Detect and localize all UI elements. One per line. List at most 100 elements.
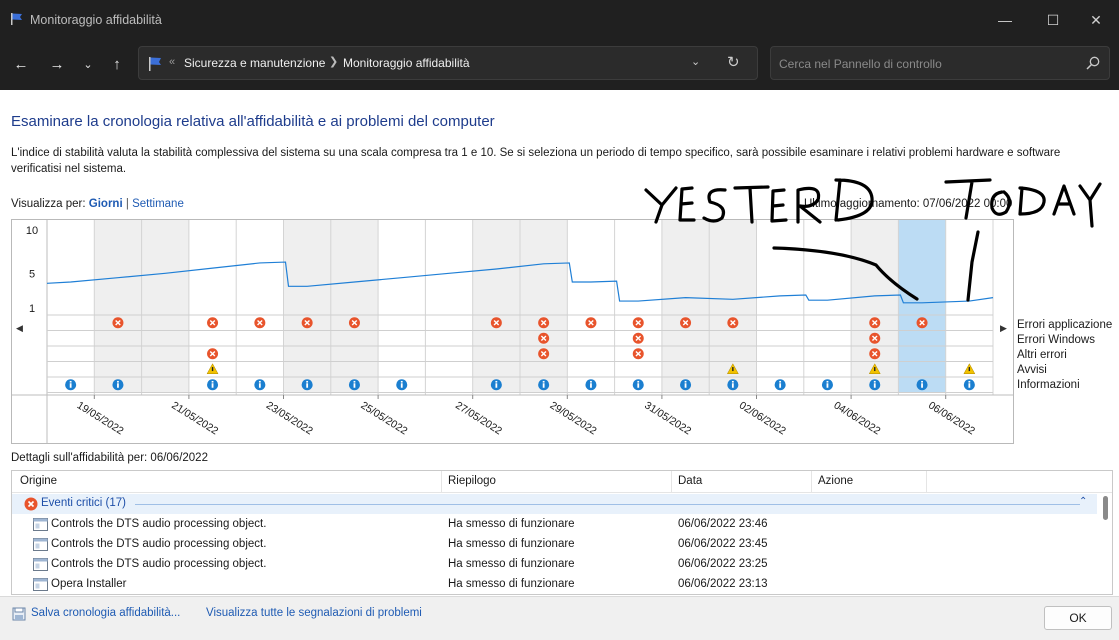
maximize-button[interactable]: ☐: [1030, 0, 1076, 40]
info-icon-dot: [258, 380, 261, 383]
view-all-reports-link[interactable]: Visualizza tutte le segnalazioni di prob…: [206, 607, 422, 619]
row-label: Avvisi: [1017, 364, 1047, 376]
row-summary: Ha smesso di funzionare: [448, 538, 575, 550]
y-tick-label: 1: [29, 303, 35, 315]
warning-icon-mark: [732, 367, 734, 372]
date-label: 23/05/2022: [264, 399, 315, 437]
info-icon-stem: [921, 383, 923, 388]
table-row[interactable]: Opera Installer Ha smesso di funzionare …: [12, 575, 1097, 594]
column-divider[interactable]: [441, 471, 442, 493]
view-weeks-link[interactable]: Settimane: [132, 198, 184, 210]
details-title: Dettagli sull'affidabilità per: 06/06/20…: [11, 452, 208, 464]
column-header-date[interactable]: Data: [678, 475, 702, 487]
error-icon: [24, 497, 38, 511]
warning-icon-mark: [968, 367, 971, 372]
day-column: [378, 220, 426, 315]
row-source: Controls the DTS audio processing object…: [51, 538, 267, 550]
collapse-icon[interactable]: ⌃: [1079, 496, 1087, 507]
chevron-down-icon[interactable]: ⌄: [691, 55, 700, 68]
day-column-rows: [425, 315, 473, 393]
scroll-left-icon[interactable]: ◀: [16, 323, 23, 334]
y-tick-label: 10: [26, 225, 38, 237]
search-input[interactable]: [779, 55, 1069, 73]
day-column: [283, 220, 331, 315]
close-button[interactable]: ✕: [1073, 0, 1119, 40]
column-header-action[interactable]: Azione: [818, 475, 853, 487]
info-icon-stem: [779, 383, 782, 388]
row-source: Opera Installer: [51, 578, 127, 590]
scrollbar[interactable]: [1100, 494, 1112, 594]
row-source: Controls the DTS audio processing object…: [51, 518, 267, 530]
recent-locations-button[interactable]: ⌄: [75, 52, 101, 78]
column-header-source[interactable]: Origine: [20, 475, 57, 487]
day-column: [47, 220, 95, 315]
row-label: Altri errori: [1017, 349, 1067, 361]
info-icon-dot: [779, 380, 782, 383]
date-label: 29/05/2022: [548, 399, 599, 437]
info-icon-dot: [590, 380, 592, 383]
day-column: [661, 220, 710, 315]
info-icon-dot: [637, 380, 640, 383]
breadcrumb-item[interactable]: Monitoraggio affidabilità: [343, 56, 470, 70]
info-icon-dot: [968, 380, 971, 383]
row-source: Controls the DTS audio processing object…: [51, 558, 267, 570]
footer: Salva cronologia affidabilità... Visuali…: [0, 596, 1119, 640]
reliability-chart[interactable]: 10 5 1 19/05/2022 21/05/2022 23/05/2022 25/05/…: [11, 219, 1014, 444]
column-header-summary[interactable]: Riepilogo: [448, 475, 496, 487]
address-bar[interactable]: « Sicurezza e manutenzione ❯ Monitoraggi…: [138, 46, 758, 80]
day-column: [141, 220, 189, 315]
search-box[interactable]: [770, 46, 1110, 80]
row-label: Informazioni: [1017, 379, 1080, 391]
date-label: 21/05/2022: [169, 399, 220, 437]
info-icon-stem: [826, 383, 829, 388]
ok-button[interactable]: OK: [1044, 606, 1112, 630]
table-row[interactable]: Controls the DTS audio processing object…: [12, 515, 1097, 535]
chevron-right-icon[interactable]: ❯: [329, 55, 338, 68]
last-update: Ultimo aggiornamento: 07/06/2022 00:00: [804, 198, 1013, 210]
group-divider: [135, 504, 1080, 505]
column-divider[interactable]: [671, 471, 672, 493]
column-divider[interactable]: [926, 471, 927, 493]
date-label: 04/06/2022: [832, 399, 883, 437]
title-bar: Monitoraggio affidabilità — ☐ ✕: [0, 0, 1119, 40]
column-divider[interactable]: [811, 471, 812, 493]
info-icon-dot: [921, 380, 923, 383]
table-row[interactable]: Controls the DTS audio processing object…: [12, 555, 1097, 575]
row-date: 06/06/2022 23:25: [678, 558, 768, 570]
info-icon-stem: [400, 383, 403, 388]
view-days-link[interactable]: Giorni: [89, 198, 123, 210]
info-icon-stem: [117, 383, 119, 388]
scrollbar-thumb[interactable]: [1103, 496, 1108, 520]
table-row[interactable]: Controls the DTS audio processing object…: [12, 535, 1097, 555]
page-title: Esaminare la cronologia relativa all'aff…: [11, 113, 495, 130]
warning-icon-mark: [874, 367, 876, 372]
search-icon[interactable]: [1085, 55, 1101, 71]
save-icon: [12, 607, 26, 621]
forward-button[interactable]: →: [44, 52, 70, 78]
application-icon: [33, 518, 48, 531]
row-date: 06/06/2022 23:13: [678, 578, 768, 590]
view-by: Visualizza per: Giorni | Settimane: [11, 198, 184, 210]
breadcrumb-item[interactable]: Sicurezza e manutenzione: [184, 56, 325, 70]
back-button[interactable]: ←: [8, 52, 34, 78]
navigation-bar: ← → ⌄ ↑ « Sicurezza e manutenzione ❯ Mon…: [0, 40, 1119, 90]
row-labels: Errori applicazione Errori Windows Altri…: [1017, 318, 1112, 393]
day-column-rows: [141, 315, 189, 393]
info-icon-dot: [353, 380, 356, 383]
refresh-icon[interactable]: ↻: [727, 53, 740, 71]
info-icon-stem: [684, 383, 687, 388]
minimize-button[interactable]: —: [982, 0, 1028, 40]
info-icon-stem: [731, 383, 734, 388]
application-icon: [33, 578, 48, 591]
scroll-right-icon[interactable]: ▶: [1000, 323, 1007, 334]
day-column: [236, 220, 284, 315]
row-date: 06/06/2022 23:45: [678, 538, 768, 550]
up-button[interactable]: ↑: [104, 52, 130, 78]
info-icon-dot: [117, 380, 119, 383]
save-history-link[interactable]: Salva cronologia affidabilità...: [31, 607, 180, 619]
date-label: 06/06/2022: [926, 399, 977, 437]
breadcrumb-overflow-icon[interactable]: «: [169, 56, 175, 68]
day-column: [898, 220, 946, 315]
group-header-critical[interactable]: Eventi critici (17) ⌃: [12, 494, 1097, 514]
date-label: 31/05/2022: [642, 399, 693, 437]
